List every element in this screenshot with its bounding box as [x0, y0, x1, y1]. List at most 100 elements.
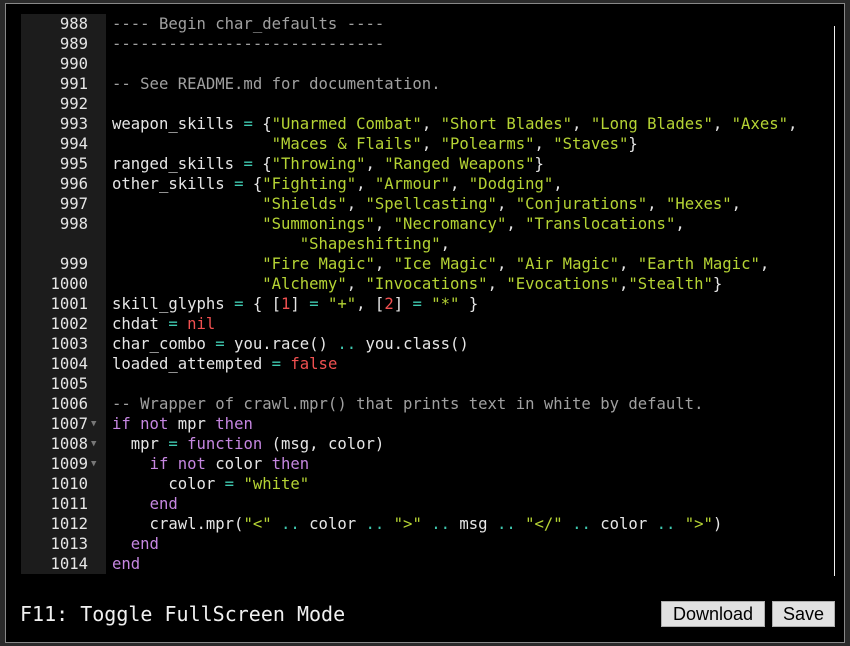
- fold-toggle-icon[interactable]: ▼: [91, 434, 96, 454]
- fold-toggle-icon[interactable]: ▼: [91, 454, 96, 474]
- line-code: "Fire Magic", "Ice Magic", "Air Magic", …: [112, 254, 769, 274]
- line-number: 1004: [50, 355, 88, 373]
- code-line[interactable]: 995 ranged_skills = {"Throwing", "Ranged …: [21, 154, 821, 174]
- code-line[interactable]: 1001 skill_glyphs = { [1] = "+", [2] = "*…: [21, 294, 821, 314]
- token-plain: mpr: [112, 435, 169, 453]
- line-number: 1009: [50, 455, 88, 473]
- token-plain: (msg, color): [262, 435, 385, 453]
- code-line[interactable]: 991 -- See README.md for documentation.: [21, 74, 821, 94]
- line-code: ranged_skills = {"Throwing", "Ranged Wea…: [112, 154, 544, 174]
- token-plain: }: [712, 275, 723, 293]
- token-op: ..: [337, 335, 357, 353]
- token-op: =: [271, 355, 281, 373]
- token-number: nil: [187, 315, 216, 333]
- token-string: "Short Blades": [440, 115, 573, 133]
- line-number: 1003: [50, 335, 88, 353]
- token-plain: ,: [374, 215, 394, 233]
- code-lines[interactable]: 988 ---- Begin char_defaults ---- 989 -----…: [21, 14, 821, 574]
- code-line[interactable]: 1002 chdat = nil: [21, 314, 821, 334]
- code-line[interactable]: 996 other_skills = {"Fighting", "Armour",…: [21, 174, 821, 194]
- token-plain: ,: [440, 235, 450, 253]
- token-string: "Spellcasting": [365, 195, 497, 213]
- token-plain: }: [534, 155, 544, 173]
- line-code: "Shields", "Spellcasting", "Conjurations…: [112, 194, 741, 214]
- line-code: end: [112, 554, 140, 574]
- code-line[interactable]: 994 "Maces & Flails", "Polearms", "Stave…: [21, 134, 821, 154]
- code-line[interactable]: "Shapeshifting",: [21, 234, 821, 254]
- token-op: =: [309, 295, 319, 313]
- token-plain: color: [112, 475, 225, 493]
- token-string: "Invocations": [365, 275, 488, 293]
- code-line[interactable]: 989 -----------------------------: [21, 34, 821, 54]
- code-line[interactable]: 1005: [21, 374, 821, 394]
- code-line[interactable]: 1009 ▼ if not color then: [21, 454, 821, 474]
- token-plain: other_skills: [112, 175, 235, 193]
- code-line[interactable]: 1012 crawl.mpr("<" .. color .. ">" .. ms…: [21, 514, 821, 534]
- code-line[interactable]: 1003 char_combo = you.race() .. you.class…: [21, 334, 821, 354]
- code-line[interactable]: 990: [21, 54, 821, 74]
- code-line[interactable]: 1010 color = "white": [21, 474, 821, 494]
- token-keyword: function: [187, 435, 263, 453]
- token-op: =: [224, 475, 235, 493]
- token-number: false: [290, 355, 338, 373]
- token-plain: ranged_skills: [112, 155, 244, 173]
- token-plain: skill_glyphs: [112, 295, 235, 313]
- line-number: 1008: [50, 435, 88, 453]
- code-line[interactable]: 1007 ▼ if not mpr then: [21, 414, 821, 434]
- token-plain: ]: [393, 295, 413, 313]
- token-comment: -- Wrapper of crawl.mpr() that prints te…: [112, 395, 704, 413]
- fold-toggle-icon[interactable]: ▼: [91, 414, 96, 434]
- code-line[interactable]: 1014 end: [21, 554, 821, 574]
- code-editor[interactable]: 988 ---- Begin char_defaults ---- 989 -----…: [21, 14, 835, 576]
- code-line[interactable]: 1013 end: [21, 534, 821, 554]
- save-button[interactable]: Save: [772, 601, 835, 627]
- token-plain: ,: [421, 135, 441, 153]
- token-op: =: [243, 155, 253, 173]
- token-plain: ,: [619, 275, 629, 293]
- token-string: "Ice Magic": [393, 255, 497, 273]
- download-button[interactable]: Download: [661, 601, 765, 627]
- code-line[interactable]: 998 "Summonings", "Necromancy", "Translo…: [21, 214, 821, 234]
- code-line[interactable]: 1004 loaded_attempted = false: [21, 354, 821, 374]
- token-number: 2: [384, 295, 394, 313]
- fullscreen-hint: F11: Toggle FullScreen Mode: [20, 602, 346, 626]
- token-string: "Dodging": [468, 175, 554, 193]
- token-plain: you.class(): [356, 335, 469, 353]
- token-plain: ,: [487, 275, 507, 293]
- code-line[interactable]: 992: [21, 94, 821, 114]
- line-code: chdat = nil: [112, 314, 215, 334]
- token-string: "Staves": [553, 135, 629, 153]
- code-line[interactable]: 1006 -- Wrapper of crawl.mpr() that print…: [21, 394, 821, 414]
- line-number: 1012: [50, 515, 88, 533]
- token-plain: { [: [243, 295, 282, 313]
- code-line[interactable]: 1000 "Alchemy", "Invocations", "Evocatio…: [21, 274, 821, 294]
- line-number: 990: [59, 55, 88, 73]
- token-string: "Long Blades": [590, 115, 713, 133]
- line-number: 999: [59, 255, 88, 273]
- scroll-down-icon[interactable]: ▼: [834, 573, 835, 576]
- code-line[interactable]: 997 "Shields", "Spellcasting", "Conjurat…: [21, 194, 821, 214]
- code-line[interactable]: 1011 end: [21, 494, 821, 514]
- vertical-scrollbar[interactable]: ▲ ▼: [834, 26, 835, 576]
- token-string: "Shields": [262, 195, 347, 213]
- scroll-up-icon[interactable]: ▲: [834, 26, 835, 42]
- code-line[interactable]: 1008 ▼ mpr = function (msg, color): [21, 434, 821, 454]
- token-keyword: then: [271, 455, 310, 473]
- token-string: "Fighting": [262, 175, 357, 193]
- token-op: ..: [431, 515, 451, 533]
- line-number: 988: [59, 15, 88, 33]
- code-line[interactable]: 988 ---- Begin char_defaults ----: [21, 14, 821, 34]
- token-string: "Necromancy": [393, 215, 507, 233]
- line-code: "Shapeshifting",: [112, 234, 450, 254]
- token-string: "Polearms": [440, 135, 535, 153]
- code-line[interactable]: 993 weapon_skills = {"Unarmed Combat", "S…: [21, 114, 821, 134]
- code-line[interactable]: 999 "Fire Magic", "Ice Magic", "Air Magi…: [21, 254, 821, 274]
